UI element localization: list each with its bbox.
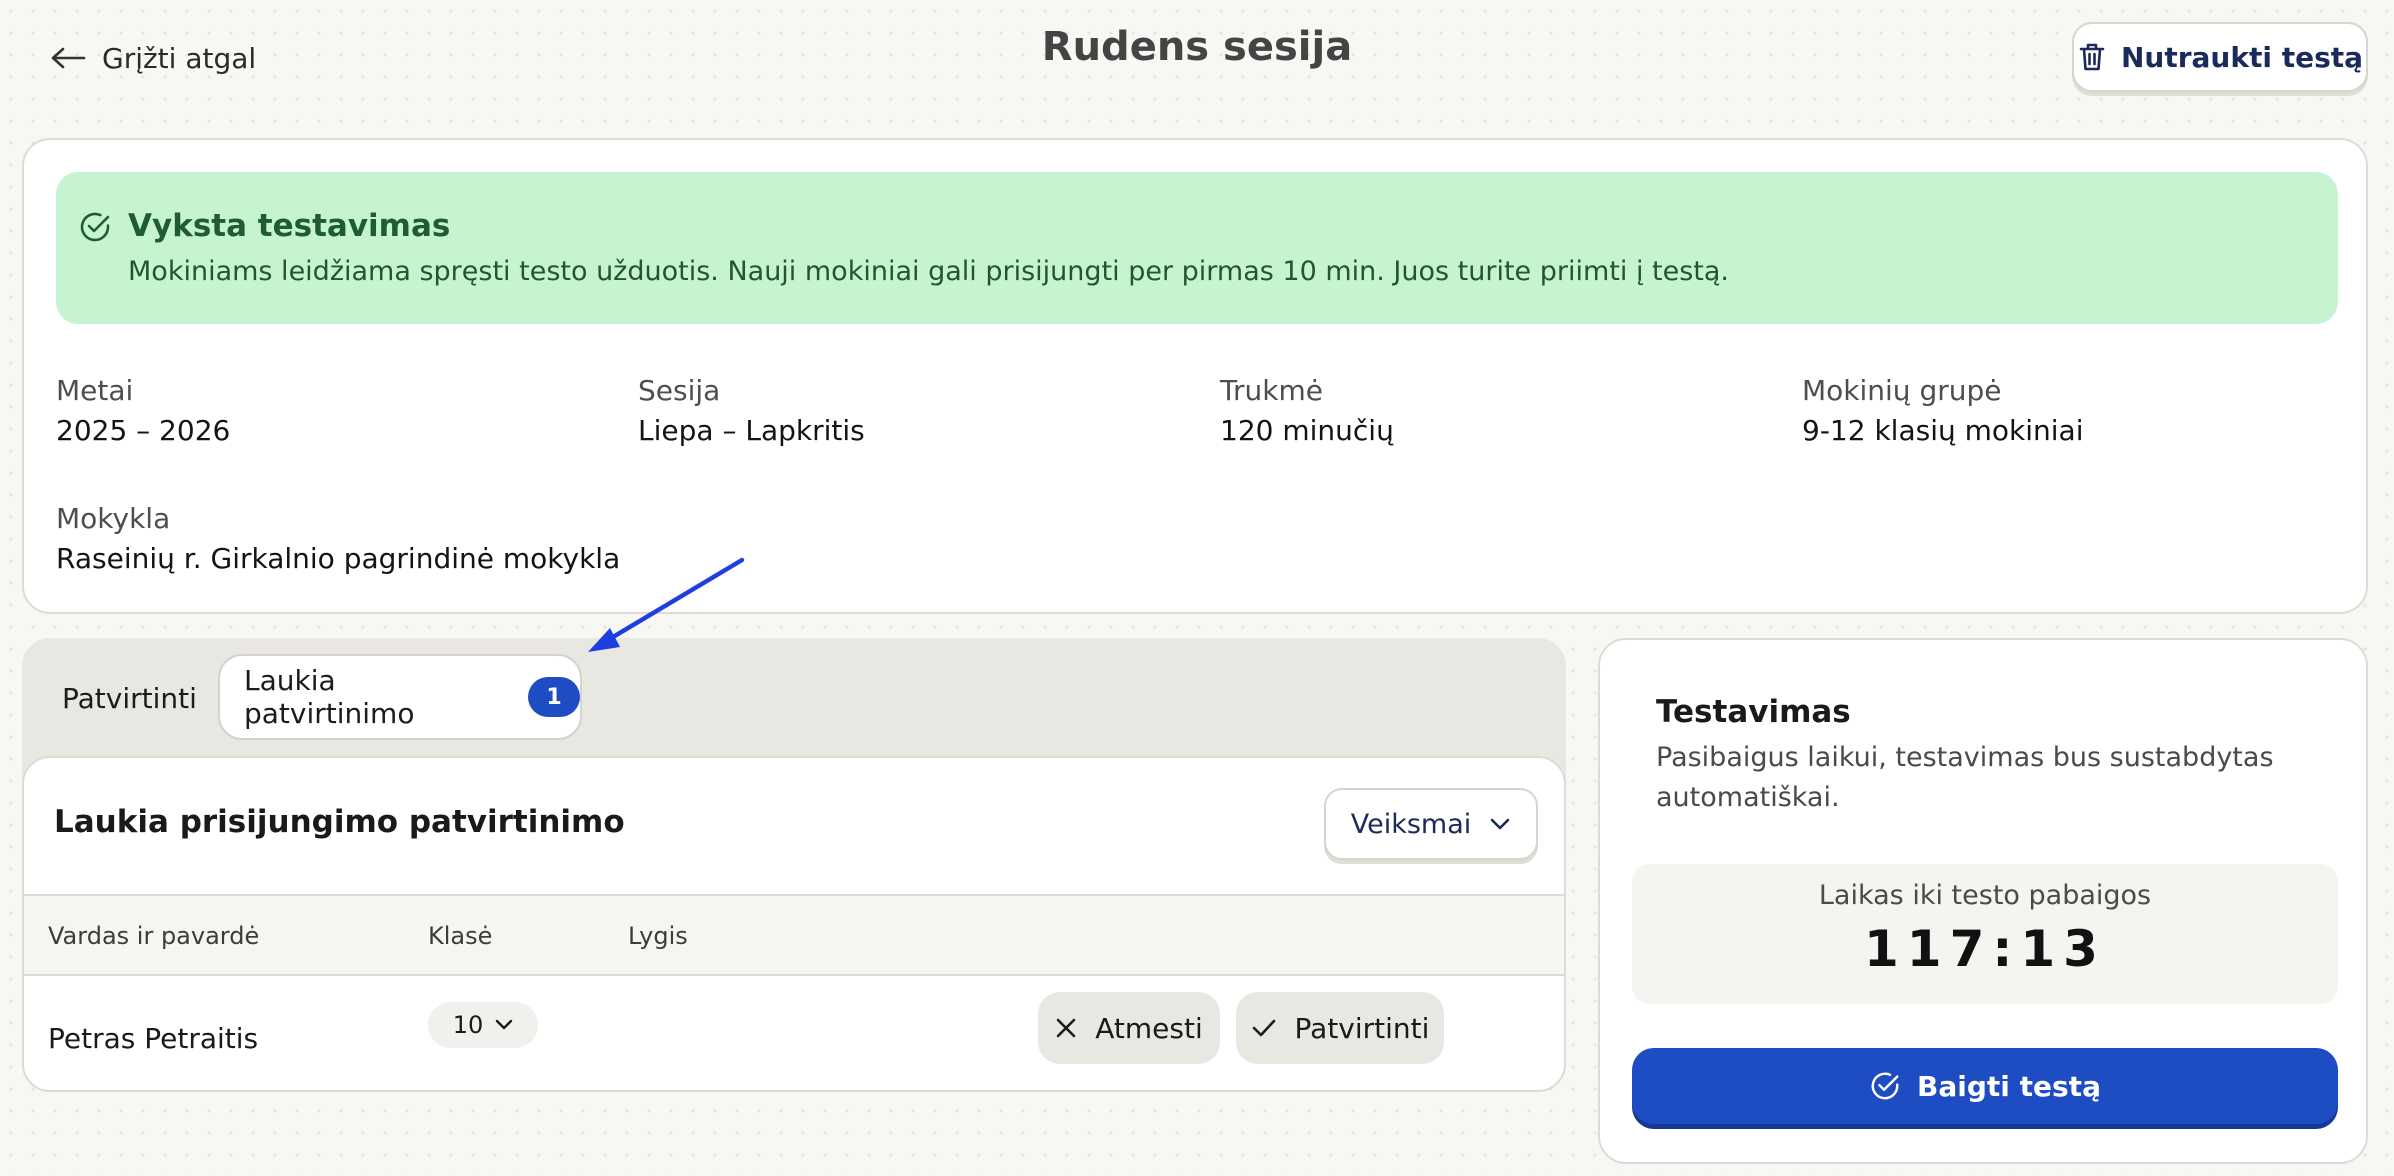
student-name: Petras Petraitis — [48, 1022, 259, 1055]
school-label: Mokykla — [56, 502, 171, 535]
check-circle-icon — [80, 212, 110, 242]
trash-icon — [2079, 43, 2105, 71]
session-value: Liepa – Lapkritis — [638, 414, 865, 447]
x-icon — [1056, 1018, 1076, 1038]
pending-table-card: Laukia prisijungimo patvirtinimo Veiksma… — [22, 756, 1566, 1092]
timer-box: Laikas iki testo pabaigos 117:13 — [1632, 864, 2338, 1004]
annotation-arrow-icon — [588, 557, 745, 652]
grade-value: 10 — [452, 1011, 484, 1039]
duration-label: Trukmė — [1220, 374, 1323, 407]
table-header: Vardas ir pavardė Klasė Lygis — [24, 894, 1564, 976]
duration-value: 120 minučių — [1220, 414, 1394, 447]
table-title: Laukia prisijungimo patvirtinimo — [54, 804, 625, 840]
actions-dropdown[interactable]: Veiksmai — [1324, 788, 1538, 860]
student-group-label: Mokinių grupė — [1802, 374, 2002, 407]
alert-text: Mokiniams leidžiama spręsti testo užduot… — [128, 256, 1730, 287]
students-panel: Patvirtinti Laukia patvirtinimo 1 Laukia… — [22, 638, 1566, 1092]
page-title: Rudens sesija — [1041, 24, 1353, 70]
reject-label: Atmesti — [1095, 1011, 1203, 1045]
approve-button[interactable]: Patvirtinti — [1236, 992, 1444, 1064]
finish-test-button[interactable]: Baigti testą — [1632, 1048, 2338, 1124]
chevron-down-icon — [496, 1019, 513, 1030]
check-icon — [1252, 1019, 1275, 1037]
abort-test-label: Nutraukti testą — [2120, 40, 2364, 74]
column-header-level: Lygis — [628, 922, 688, 950]
actions-label: Veiksmai — [1350, 808, 1472, 840]
finish-test-label: Baigti testą — [1917, 1069, 2101, 1103]
testing-title: Testavimas — [1656, 694, 1851, 730]
year-label: Metai — [56, 374, 134, 407]
school-value: Raseinių r. Girkalnio pagrindinė mokykla — [56, 542, 621, 575]
chevron-down-icon — [1490, 818, 1510, 830]
abort-test-button[interactable]: Nutraukti testą — [2072, 22, 2368, 92]
reject-button[interactable]: Atmesti — [1038, 992, 1220, 1064]
student-group-value: 9-12 klasių mokiniai — [1802, 414, 2084, 447]
approve-label: Patvirtinti — [1294, 1011, 1430, 1045]
session-info-card: Vyksta testavimas Mokiniams leidžiama sp… — [22, 138, 2368, 614]
timer-label: Laikas iki testo pabaigos — [1818, 880, 2152, 911]
alert-title: Vyksta testavimas — [128, 208, 451, 244]
tab-pending-label: Laukia patvirtinimo — [244, 664, 415, 730]
testing-card: Testavimas Pasibaigus laikui, testavimas… — [1598, 638, 2368, 1164]
column-header-name: Vardas ir pavardė — [48, 922, 260, 950]
session-label: Sesija — [638, 374, 721, 407]
testing-description: Pasibaigus laikui, testavimas bus sustab… — [1656, 742, 2274, 813]
timer-value: 117:13 — [1864, 920, 2106, 978]
grade-select[interactable]: 10 — [428, 1002, 538, 1048]
tab-approved[interactable]: Patvirtinti — [62, 682, 197, 715]
year-value: 2025 – 2026 — [56, 414, 231, 447]
column-header-grade: Klasė — [428, 922, 493, 950]
tab-pending[interactable]: Laukia patvirtinimo 1 — [218, 654, 582, 740]
status-alert: Vyksta testavimas Mokiniams leidžiama sp… — [56, 172, 2338, 324]
check-circle-icon — [1871, 1072, 1899, 1100]
pending-count-badge: 1 — [528, 677, 580, 717]
